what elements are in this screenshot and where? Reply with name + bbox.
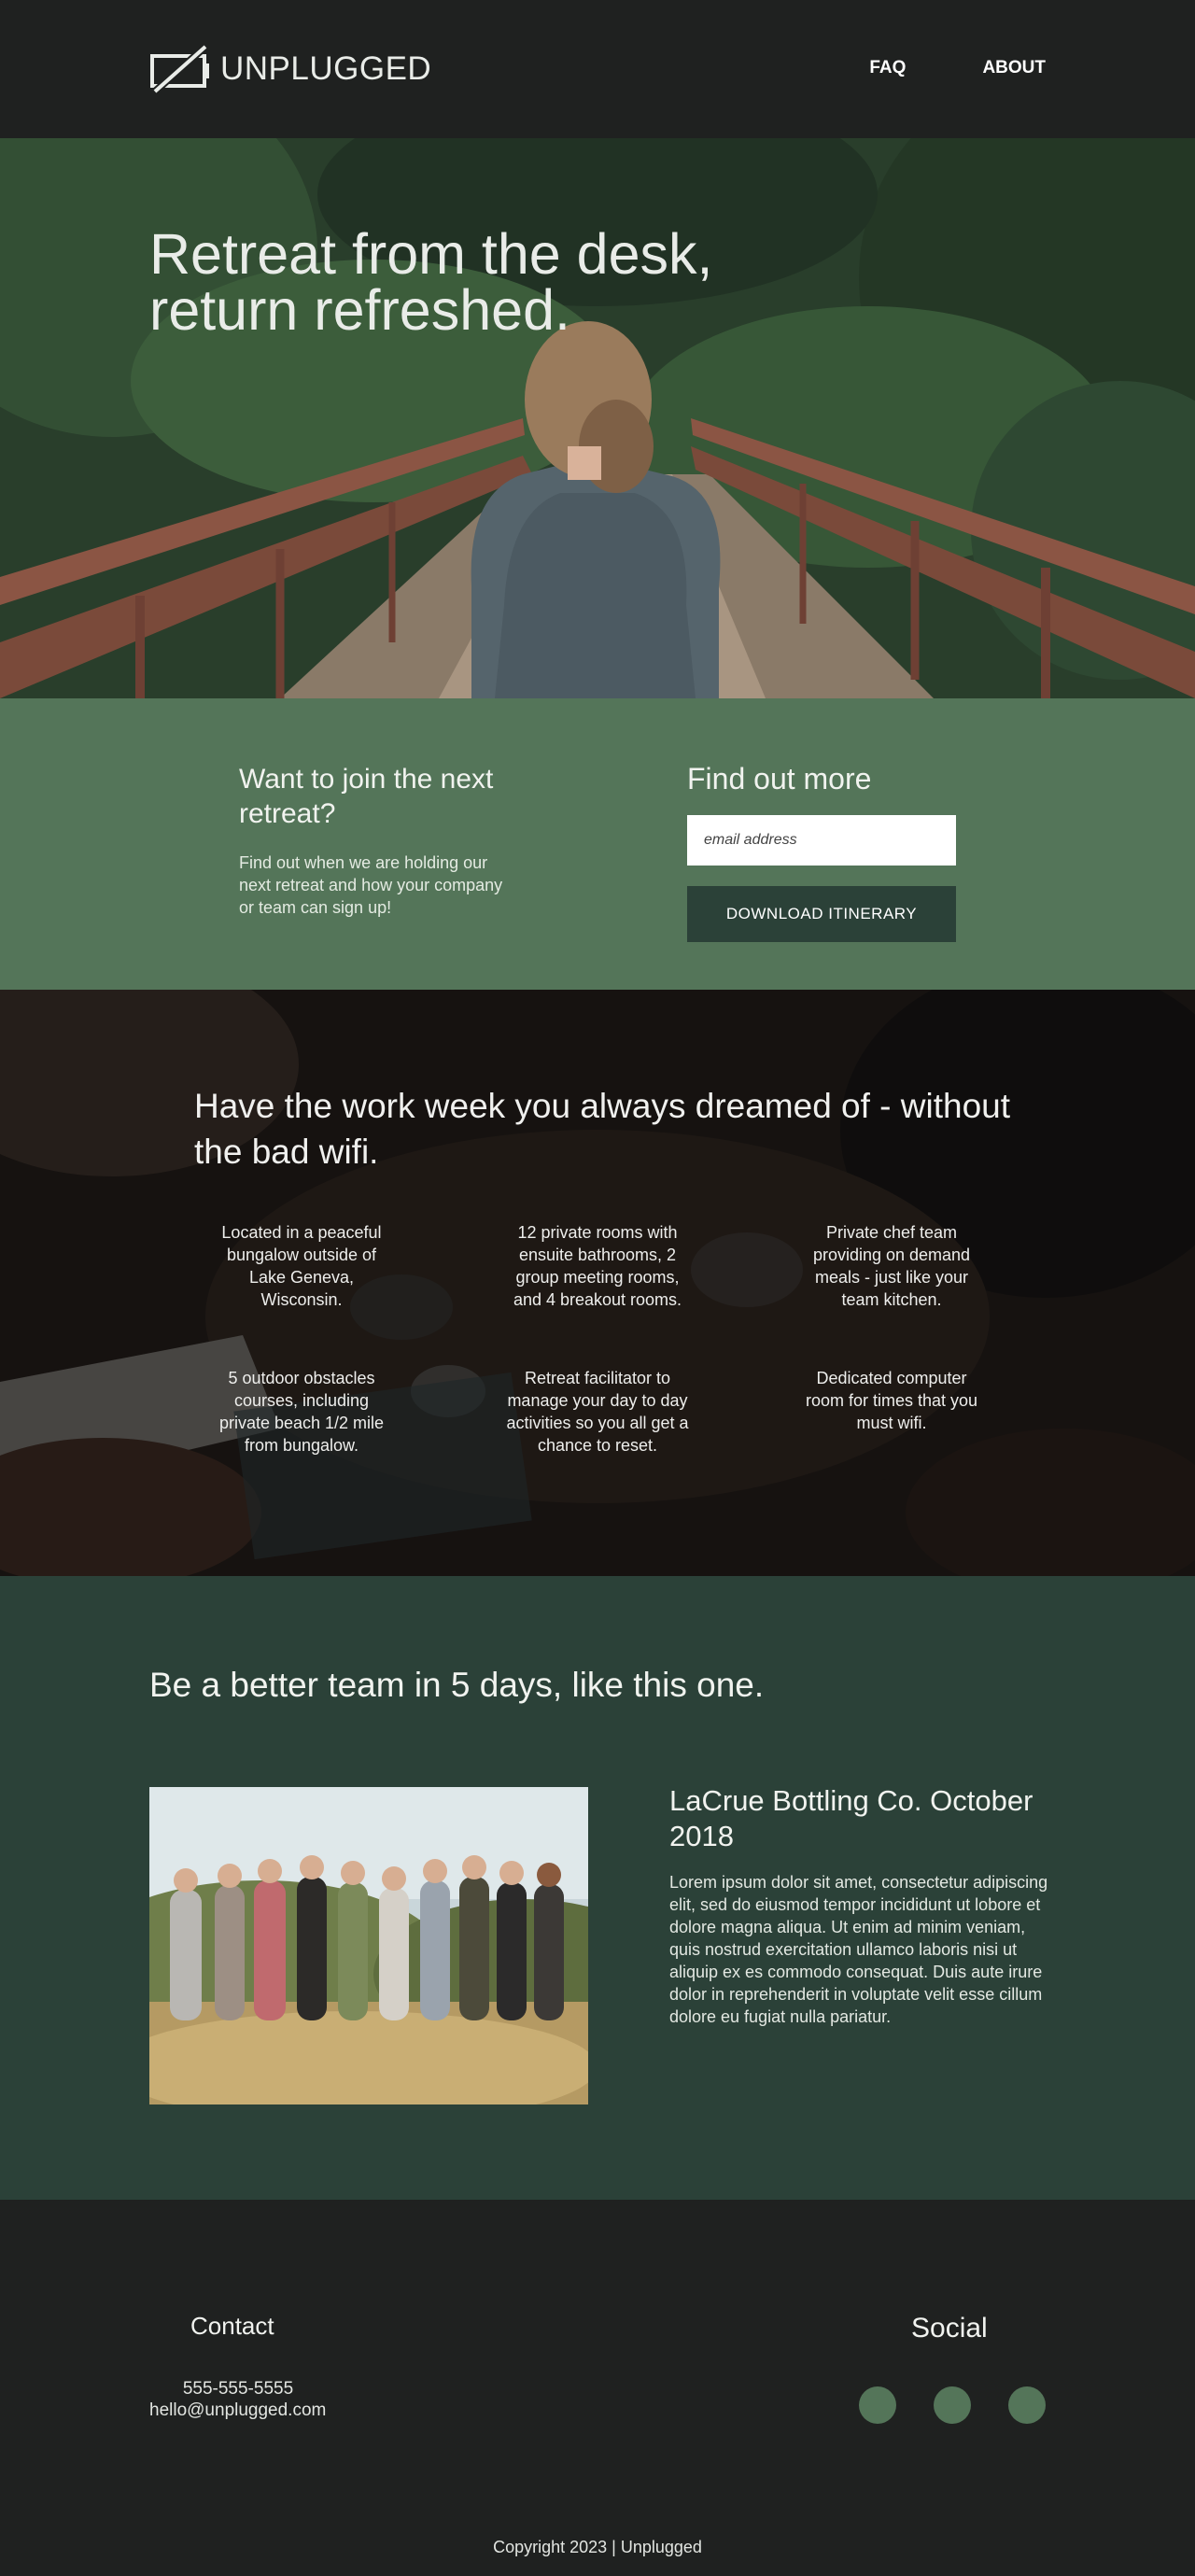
social-circle-icon[interactable] — [934, 2386, 971, 2424]
features-title: Have the work week you always dreamed of… — [194, 1087, 1011, 1171]
site-footer: Contact 555-555-5555 hello@unplugged.com… — [0, 2200, 1195, 2576]
find-out-more-form: Find out more DOWNLOAD ITINERARY — [687, 762, 956, 942]
feature-facilitator: Retreat facilitator to manage your day t… — [506, 1369, 689, 1455]
logo-text: UNPLUGGED — [220, 50, 432, 87]
feature-rooms: 12 private rooms with ensuite bathrooms,… — [513, 1223, 682, 1309]
battery-off-icon — [150, 45, 209, 93]
team-company-heading: LaCrue Bottling Co. October 2018 — [669, 1784, 1033, 1852]
team-info: LaCrue Bottling Co. October 2018 Lorem i… — [669, 1783, 1052, 2028]
team-title: Be a better team in 5 days, like this on… — [149, 1666, 765, 1704]
hero-banner: Retreat from the desk, return refreshed. — [0, 138, 1195, 698]
retreat-signup-section: Want to join the next retreat? Find out … — [0, 698, 1195, 990]
join-retreat-text: Find out when we are holding our next re… — [239, 853, 503, 917]
feature-computer-room: Dedicated computer room for times that y… — [805, 1369, 978, 1432]
team-photo-image — [149, 1787, 588, 2104]
features-section: Have the work week you always dreamed of… — [0, 990, 1195, 1576]
hero-title: Retreat from the desk, return refreshed. — [149, 222, 713, 342]
find-out-more-heading: Find out more — [687, 762, 872, 795]
nav-about-link[interactable]: ABOUT — [982, 58, 1046, 78]
team-section: Be a better team in 5 days, like this on… — [0, 1576, 1195, 2200]
email-field[interactable] — [687, 815, 956, 866]
contact-phone[interactable]: 555-555-5555 — [149, 2379, 327, 2400]
social-links — [859, 2386, 1046, 2424]
social-heading: Social — [911, 2313, 988, 2344]
social-circle-icon[interactable] — [1008, 2386, 1046, 2424]
team-photo — [149, 1787, 588, 2104]
feature-obstacle-courses: 5 outdoor obstacles courses, including p… — [218, 1369, 385, 1455]
join-retreat-block: Want to join the next retreat? Find out … — [239, 762, 510, 919]
download-itinerary-button[interactable]: DOWNLOAD ITINERARY — [687, 886, 956, 942]
feature-chef: Private chef team providing on demand me… — [812, 1223, 971, 1309]
social-circle-icon[interactable] — [859, 2386, 896, 2424]
join-retreat-heading: Want to join the next retreat? — [239, 764, 494, 829]
main-nav: FAQ ABOUT — [869, 58, 1046, 78]
contact-email[interactable]: hello@unplugged.com — [149, 2400, 326, 2421]
logo[interactable]: UNPLUGGED — [149, 45, 431, 93]
copyright: Copyright 2023 | Unplugged — [493, 2538, 702, 2556]
site-header: UNPLUGGED FAQ ABOUT — [0, 0, 1195, 138]
feature-location: Located in a peaceful bungalow outside o… — [221, 1223, 382, 1309]
nav-faq-link[interactable]: FAQ — [869, 58, 906, 78]
contact-heading: Contact — [190, 2312, 274, 2340]
team-description: Lorem ipsum dolor sit amet, consectetur … — [669, 1873, 1048, 2026]
